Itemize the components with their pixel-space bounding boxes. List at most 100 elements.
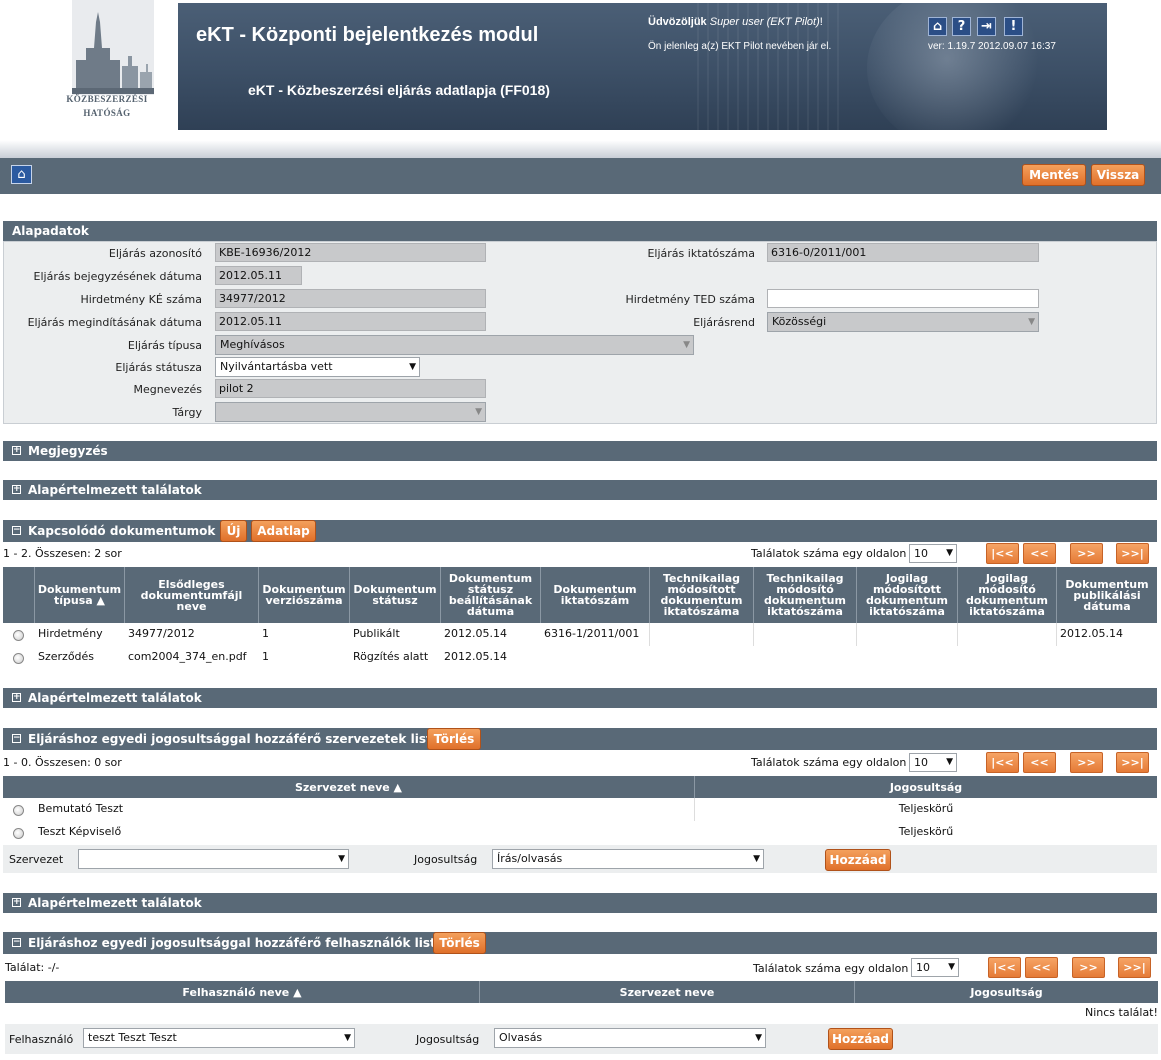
default-results-header-3[interactable]: + Alapértelmezett találatok: [3, 893, 1157, 913]
org-permission-select[interactable]: Írás/olvasás ▼: [492, 849, 764, 869]
welcome-user: Super user (EKT Pilot): [709, 16, 820, 28]
orgs-per-page-select[interactable]: 10 ▼: [909, 753, 957, 772]
col-publish-date[interactable]: Dokumentum publikálási dátuma: [1057, 567, 1157, 623]
next-page-button[interactable]: >>: [1070, 543, 1103, 564]
related-docs-header[interactable]: − Kapcsolódó dokumentumok: [3, 520, 1157, 542]
docs-pager: |<< << >> >>|: [986, 543, 1156, 564]
last-page-button[interactable]: >>|: [1116, 752, 1149, 773]
start-date-field: 2012.05.11: [215, 312, 486, 331]
users-result-count: Találat: -/-: [5, 961, 60, 974]
docs-per-page-select[interactable]: 10 ▼: [909, 544, 957, 563]
table-row[interactable]: Bemutató Teszt Teljeskörű: [3, 798, 1157, 821]
prev-page-button[interactable]: <<: [1023, 543, 1056, 564]
help-icon[interactable]: ?: [952, 17, 971, 36]
col-registry-no[interactable]: Dokumentum iktatószám: [541, 567, 650, 623]
user-permission-label: Jogosultság: [416, 1033, 480, 1046]
orgs-section-header[interactable]: − Eljáráshoz egyedi jogosultsággal hozzá…: [3, 728, 1157, 750]
row-radio[interactable]: [13, 630, 24, 641]
collapse-icon[interactable]: −: [12, 526, 21, 535]
procedure-type-label: Eljárás típusa: [127, 339, 202, 352]
col-user-permission[interactable]: Jogosultság: [855, 981, 1158, 1003]
expand-icon[interactable]: +: [12, 446, 21, 455]
col-user-org[interactable]: Szervezet neve: [480, 981, 855, 1003]
registry-number-label: Eljárás iktatószáma: [647, 247, 755, 260]
authority-logo: Közbeszerzési Hatóság: [0, 0, 178, 140]
alert-icon[interactable]: !: [1004, 17, 1023, 36]
home-icon[interactable]: ⌂: [928, 17, 947, 36]
table-row[interactable]: Szerződés com2004_374_en.pdf 1 Rögzítés …: [3, 646, 1157, 669]
user-select[interactable]: teszt Teszt Teszt ▼: [83, 1028, 355, 1048]
col-tech-modifying[interactable]: Technikailag módosító dokumentum iktatós…: [754, 567, 857, 623]
next-page-button[interactable]: >>: [1070, 752, 1103, 773]
last-page-button[interactable]: >>|: [1116, 543, 1149, 564]
prev-page-button[interactable]: <<: [1023, 752, 1056, 773]
logout-icon[interactable]: ⇥: [977, 17, 996, 36]
col-legal-modified[interactable]: Jogilag módosított dokumentum iktatószám…: [857, 567, 958, 623]
prev-page-button[interactable]: <<: [1025, 957, 1058, 978]
col-primary-file[interactable]: Elsődleges dokumentumfájl neve: [125, 567, 259, 623]
save-button[interactable]: Mentés: [1022, 164, 1086, 186]
first-page-button[interactable]: |<<: [986, 543, 1019, 564]
expand-icon[interactable]: +: [12, 485, 21, 494]
procedure-name-label: Megnevezés: [133, 383, 202, 396]
next-page-button[interactable]: >>: [1072, 957, 1105, 978]
procedure-status-select[interactable]: Nyilvántartásba vett ▼: [215, 357, 420, 377]
ke-number-label: Hirdetmény KÉ száma: [80, 293, 202, 306]
last-page-button[interactable]: >>|: [1118, 957, 1151, 978]
collapse-icon[interactable]: −: [12, 734, 21, 743]
ted-number-input[interactable]: [767, 289, 1039, 308]
back-button[interactable]: Vissza: [1091, 164, 1145, 186]
basic-data-header: Alapadatok: [3, 221, 1157, 241]
users-per-page-select[interactable]: 10 ▼: [911, 958, 959, 977]
table-row[interactable]: Hirdetmény 34977/2012 1 Publikált 2012.0…: [3, 623, 1157, 646]
col-org-name[interactable]: Szervezet neve ▲: [3, 776, 695, 798]
subject-label: Tárgy: [172, 406, 202, 419]
user-add-button[interactable]: Hozzáad: [828, 1028, 893, 1050]
related-docs-title: Kapcsolódó dokumentumok: [28, 524, 216, 538]
first-page-button[interactable]: |<<: [988, 957, 1021, 978]
chevron-down-icon: ▼: [1028, 317, 1035, 327]
row-radio[interactable]: [13, 828, 24, 839]
chevron-down-icon: ▼: [344, 1033, 351, 1043]
users-table-header: Felhasználó neve ▲ Szervezet neve Jogosu…: [5, 981, 1158, 1003]
first-page-button[interactable]: |<<: [986, 752, 1019, 773]
note-section-header[interactable]: + Megjegyzés: [3, 441, 1157, 461]
col-status[interactable]: Dokumentum státusz: [350, 567, 441, 623]
default-results-header-1[interactable]: + Alapértelmezett találatok: [3, 480, 1157, 500]
row-radio[interactable]: [13, 805, 24, 816]
row-radio[interactable]: [13, 653, 24, 664]
org-add-button[interactable]: Hozzáad: [825, 849, 891, 871]
new-document-button[interactable]: Új: [220, 520, 247, 542]
expand-icon[interactable]: +: [12, 898, 21, 907]
home-button-icon[interactable]: ⌂: [11, 165, 32, 184]
orgs-result-count: 1 - 0. Összesen: 0 sor: [3, 756, 122, 769]
col-permission[interactable]: Jogosultság: [695, 776, 1157, 798]
table-row[interactable]: Teszt Képviselő Teljeskörű: [3, 821, 1157, 844]
registry-number-field: 6316-0/2011/001: [767, 243, 1039, 262]
on-behalf-text: Ön jelenleg a(z) EKT Pilot nevében jár e…: [648, 41, 832, 52]
note-section-title: Megjegyzés: [28, 444, 108, 458]
users-delete-button[interactable]: Törlés: [433, 932, 486, 954]
orgs-delete-button[interactable]: Törlés: [427, 728, 481, 750]
col-legal-modifying[interactable]: Jogilag módosító dokumentum iktatószáma: [958, 567, 1057, 623]
collapse-icon[interactable]: −: [12, 938, 21, 947]
org-select[interactable]: ▼: [78, 849, 349, 869]
users-section-header[interactable]: − Eljáráshoz egyedi jogosultsággal hozzá…: [3, 932, 1157, 954]
app-subtitle: eKT - Közbeszerzési eljárás adatlapja (F…: [248, 82, 550, 98]
no-result-text: Nincs találat!: [1085, 1006, 1158, 1019]
col-version[interactable]: Dokumentum verziószáma: [259, 567, 350, 623]
ke-number-field: 34977/2012: [215, 289, 486, 308]
org-select-label: Szervezet: [9, 853, 64, 866]
users-section-title: Eljáráshoz egyedi jogosultsággal hozzáfé…: [28, 936, 457, 950]
org-permission-label: Jogosultság: [414, 853, 478, 866]
col-user-name[interactable]: Felhasználó neve ▲: [5, 981, 480, 1003]
col-tech-modified[interactable]: Technikailag módosított dokumentum iktat…: [650, 567, 754, 623]
datasheet-button[interactable]: Adatlap: [251, 520, 316, 542]
col-doc-type[interactable]: Dokumentum típusa ▲: [35, 567, 125, 623]
default-results-header-2[interactable]: + Alapértelmezett találatok: [3, 688, 1157, 708]
expand-icon[interactable]: +: [12, 693, 21, 702]
col-status-date[interactable]: Dokumentum státusz beállításának dátuma: [441, 567, 541, 623]
procedure-status-label: Eljárás státusza: [115, 361, 202, 374]
user-permission-select[interactable]: Olvasás ▼: [494, 1028, 766, 1048]
entry-date-label: Eljárás bejegyzésének dátuma: [33, 270, 202, 283]
